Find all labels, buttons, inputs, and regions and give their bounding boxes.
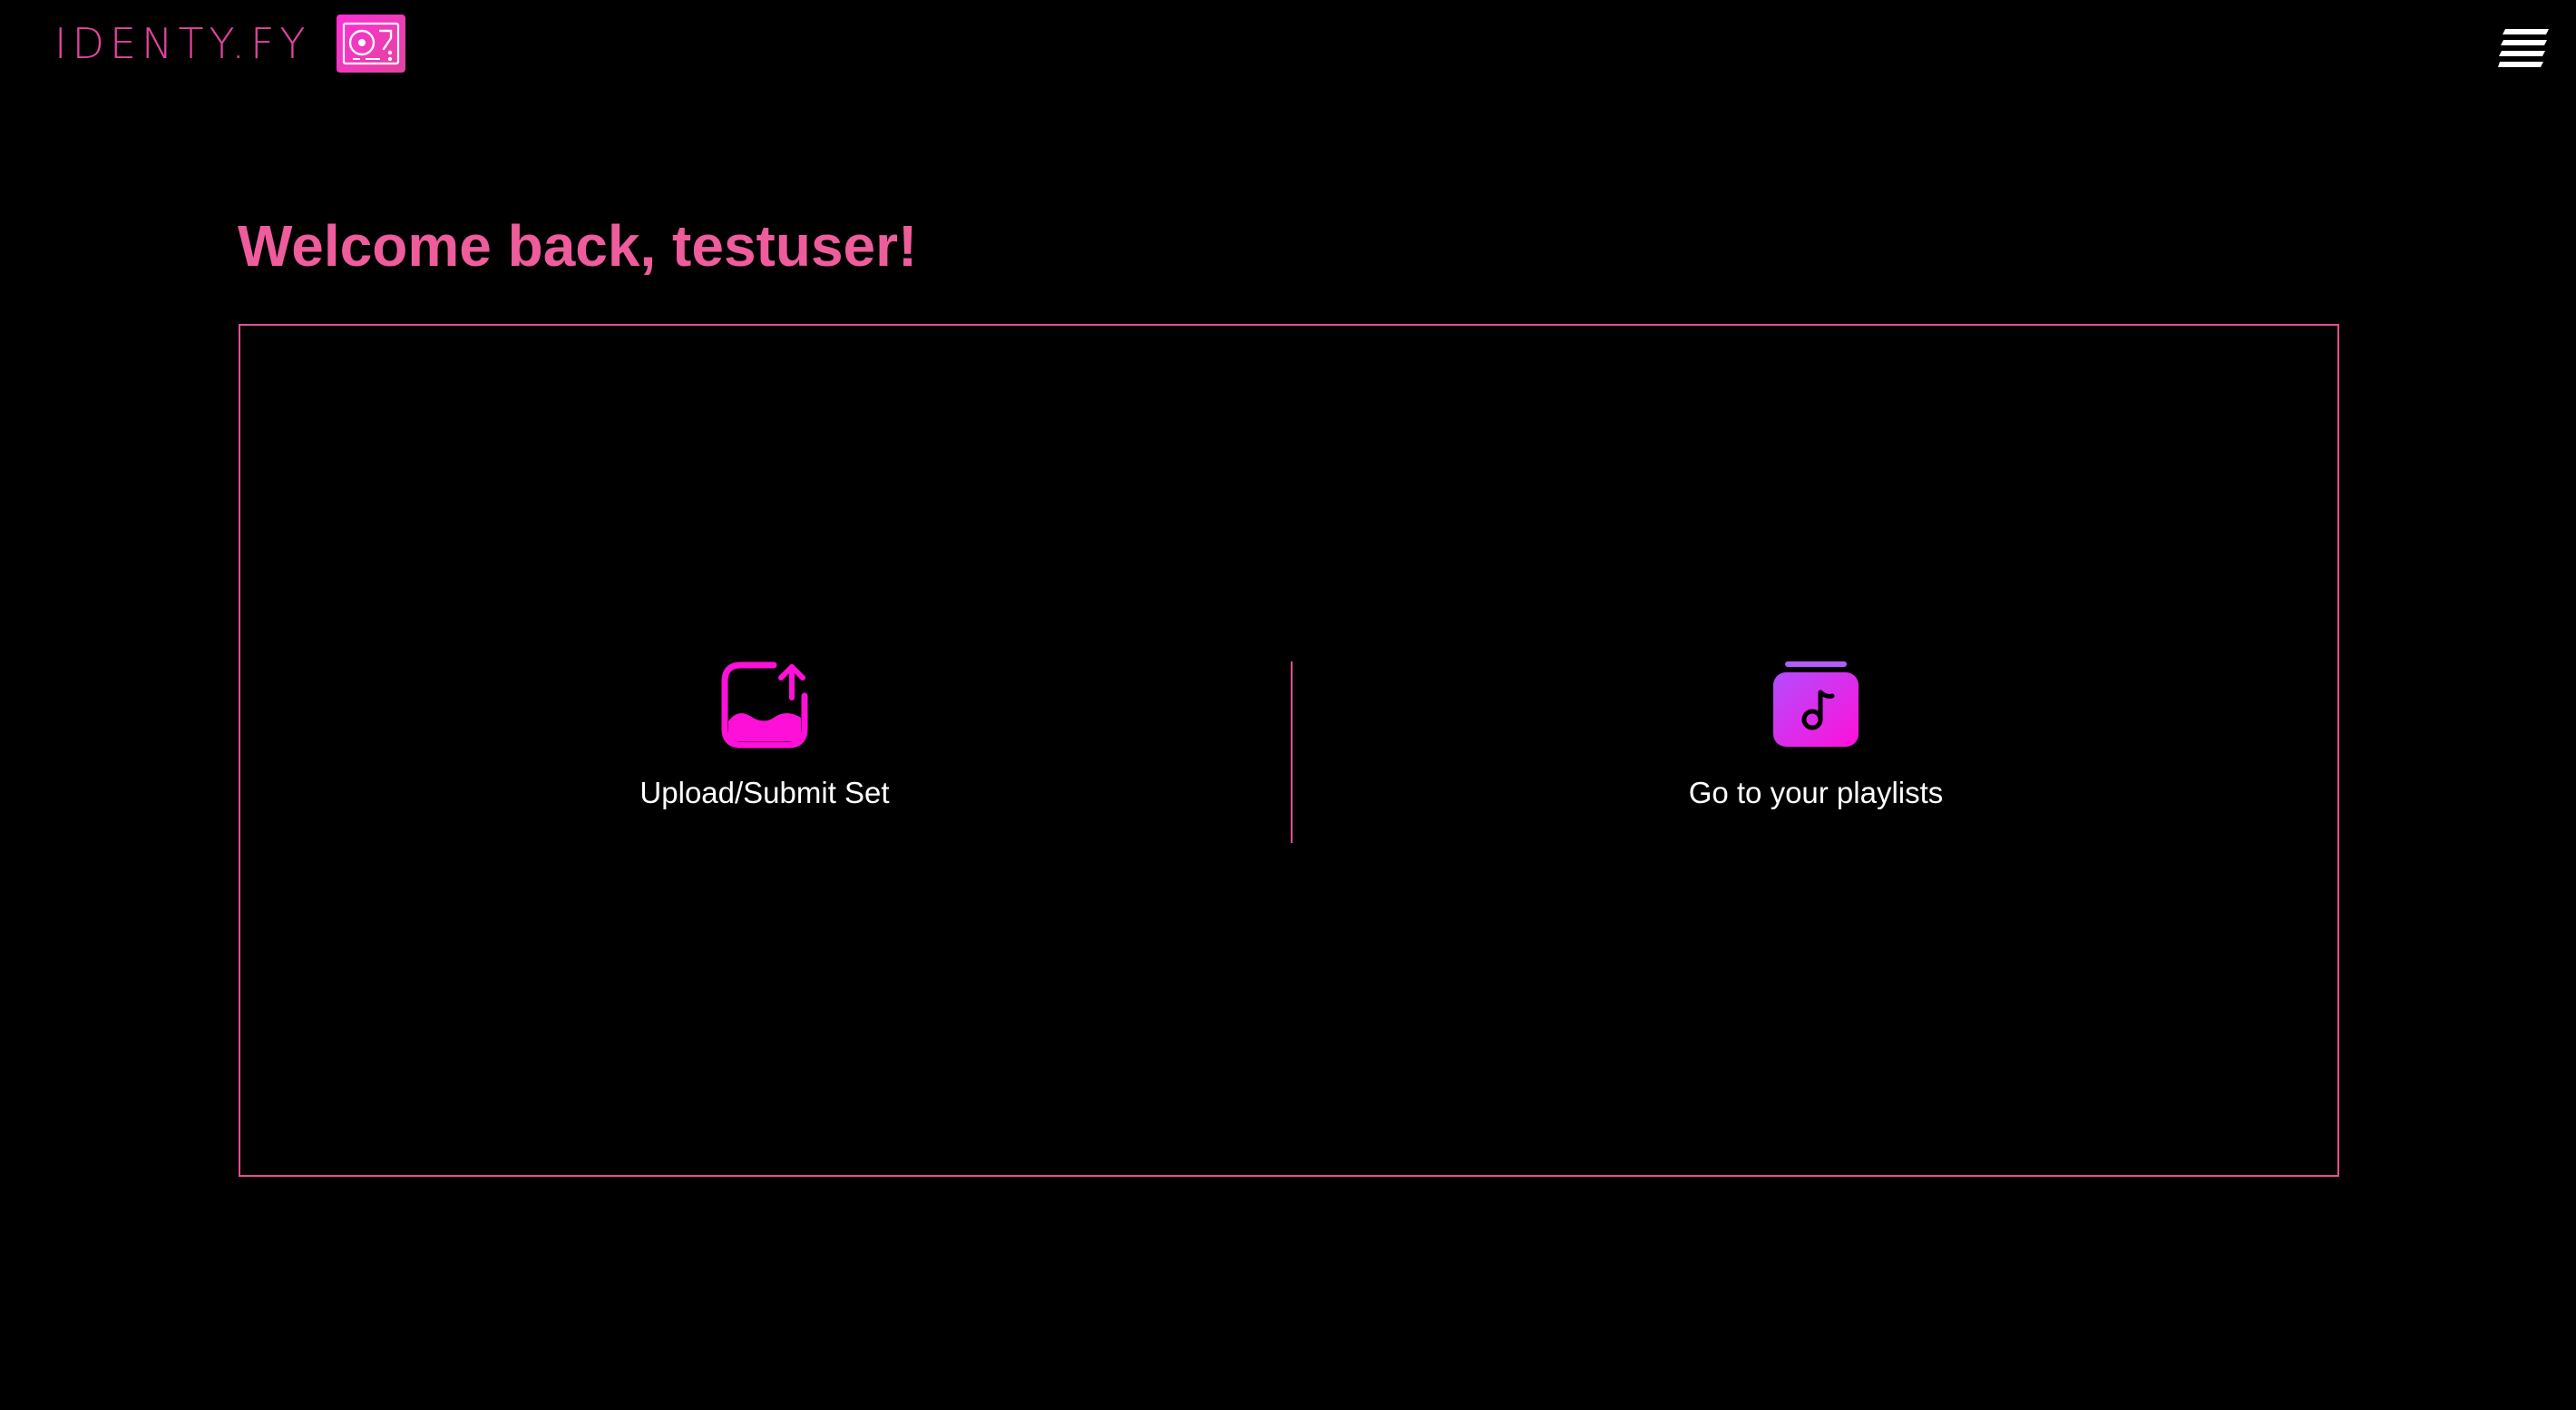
dashboard-panel: Upload/Submit Set Go to your playlists <box>239 324 2339 1177</box>
upload-submit-set-button[interactable]: Upload/Submit Set <box>493 661 1037 843</box>
hamburger-menu-icon[interactable] <box>2498 27 2551 69</box>
music-playlist-icon <box>1772 661 1859 749</box>
brand-logo-link[interactable]: IDENTY.FY <box>54 15 405 73</box>
brand-logo-text: IDENTY.FY <box>54 19 311 68</box>
go-to-playlists-button[interactable]: Go to your playlists <box>1544 661 2088 843</box>
actions-divider <box>1291 661 1293 843</box>
go-to-playlists-label: Go to your playlists <box>1688 776 1944 809</box>
turntable-icon <box>336 15 405 73</box>
welcome-heading: Welcome back, testuser! <box>238 213 918 279</box>
upload-submit-set-label: Upload/Submit Set <box>639 776 890 809</box>
top-navigation-bar: IDENTY.FY <box>0 0 2576 91</box>
image-upload-icon <box>721 661 808 749</box>
